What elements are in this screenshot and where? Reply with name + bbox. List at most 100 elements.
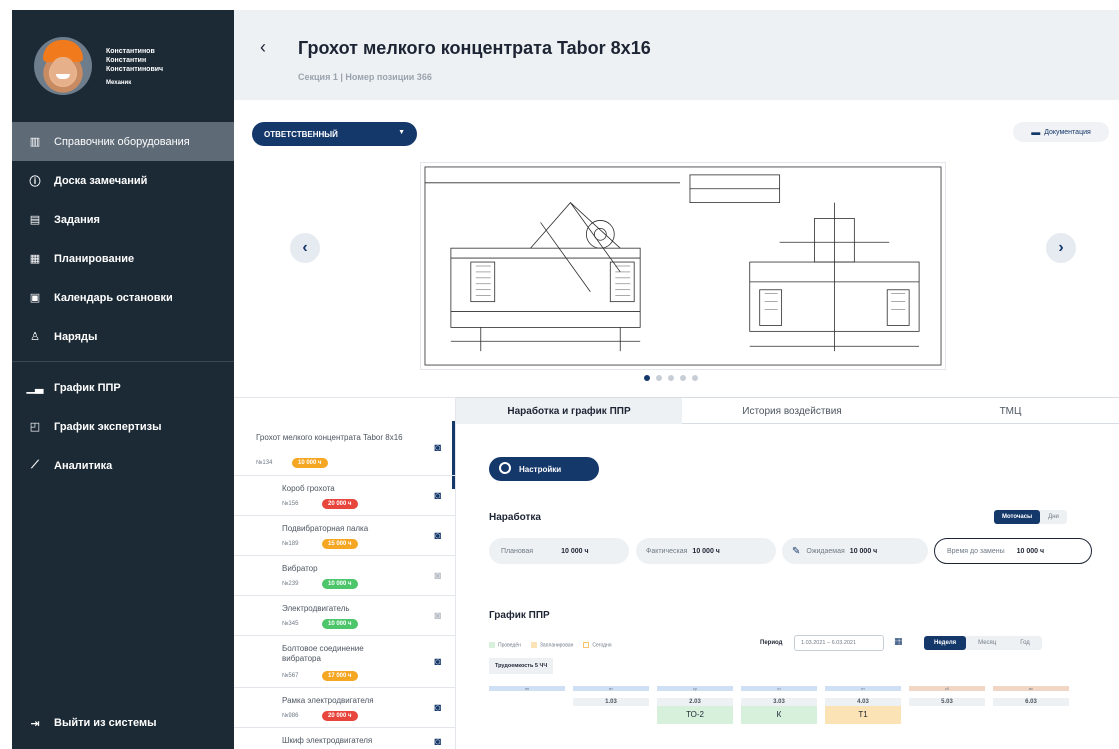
sidebar-item-analytics[interactable]: ⟋ Аналитика (12, 446, 234, 485)
gear-icon (499, 462, 511, 474)
expected-hours[interactable]: ✎ Ожидаемая 10 000 ч (782, 538, 928, 564)
pagination-dot[interactable] (668, 375, 674, 381)
legend-swatch (489, 642, 495, 648)
component-name: Болтовое соединение вибратора (282, 644, 364, 663)
camera-icon[interactable]: ◙ (434, 702, 441, 714)
sidebar-item-label: Календарь остановки (54, 291, 173, 304)
camera-icon[interactable]: ◙ (434, 442, 441, 454)
schedule-event[interactable]: Т1 (825, 706, 901, 724)
planned-value: 10 000 ч (561, 547, 589, 555)
tab-operating-ppr[interactable]: Наработка и график ППР (456, 398, 682, 424)
sidebar-item-tasks[interactable]: ▤ Задания (12, 200, 234, 239)
period-input[interactable]: 1.03.2021 – 6.03.2021 (794, 635, 884, 651)
day-date: 6.03 (993, 698, 1069, 706)
chevron-right-icon: › (1058, 239, 1064, 256)
schedule-event[interactable]: К (741, 706, 817, 724)
camera-icon[interactable]: ◙ (434, 530, 441, 542)
list-item[interactable]: Грохот мелкого концентрата Tabor 8х16 №1… (234, 398, 455, 476)
day-header: сб (909, 686, 985, 691)
toggle-year[interactable]: Год (1008, 636, 1042, 650)
toggle-week[interactable]: Неделя (924, 636, 967, 650)
hours-badge: 10 000 ч (292, 458, 328, 468)
folder-icon: ▬ (1031, 127, 1041, 137)
day-header: ср (657, 686, 733, 691)
settings-button[interactable]: Настройки (489, 457, 599, 481)
sidebar-item-work-orders[interactable]: ♙ Наряды (12, 317, 234, 356)
pagination-dot[interactable] (680, 375, 686, 381)
sidebar-item-catalog[interactable]: ▥ Справочник оборудования (12, 122, 234, 161)
actual-hours: Фактическая 10 000 ч (636, 538, 776, 564)
logout-button[interactable]: ⇥ Выйти из системы (12, 711, 156, 735)
edit-icon[interactable]: ✎ (792, 546, 800, 557)
legend-label: Сегодня (592, 642, 612, 649)
sidebar-item-label: Аналитика (54, 459, 113, 472)
component-name: Рамка электродвигателя (282, 696, 374, 705)
pagination-dot[interactable] (692, 375, 698, 381)
legend-item: Сегодня (583, 642, 612, 649)
expected-label: Ожидаемая (806, 547, 845, 555)
hours-badge: 15 000 ч (322, 539, 358, 549)
planned-label: Плановая (501, 547, 534, 555)
pagination-dot[interactable] (644, 375, 650, 381)
camera-icon[interactable]: ◙ (434, 656, 441, 668)
component-name: Подвибраторная палка (282, 524, 369, 533)
list-item[interactable]: Шкиф электродвигателя ◙ (234, 728, 455, 749)
hours-badge: 20 000 ч (322, 499, 358, 509)
day-header: чт (741, 686, 817, 691)
page-subtitle: Секция 1 | Номер позиции 366 (298, 72, 432, 82)
expected-value: 10 000 ч (849, 547, 878, 555)
day-header: пн (489, 686, 565, 691)
sidebar-item-ppr-schedule[interactable]: ▁▃ График ППР (12, 368, 234, 407)
list-item[interactable]: Короб грохота №156 20 000 ч ◙ (234, 476, 455, 516)
tab-impact-history[interactable]: История воздействия (682, 398, 902, 424)
gallery-prev-button[interactable]: ‹ (290, 233, 320, 263)
responsible-label: ОТВЕТСТВЕННЫЙ (264, 129, 338, 139)
sidebar-item-label: Справочник оборудования (54, 135, 190, 148)
legend-swatch (583, 642, 590, 648)
list-item[interactable]: Рамка электродвигателя №986 20 000 ч ◙ (234, 688, 455, 728)
list-item[interactable]: Подвибраторная палка №189 15 000 ч ◙ (234, 516, 455, 556)
calendar-icon[interactable]: ▦ (894, 636, 903, 647)
planned-hours: Плановая 10 000 ч (489, 538, 629, 564)
user-role: Механик (106, 79, 132, 86)
component-name: Вибратор (282, 564, 318, 573)
toggle-engine-hours[interactable]: Моточасы (994, 510, 1041, 524)
sidebar-item-expertise-schedule[interactable]: ◰ График экспертизы (12, 407, 234, 446)
tab-inventory[interactable]: ТМЦ (902, 398, 1119, 424)
back-button[interactable]: ‹ (260, 37, 266, 58)
alert-circle-icon: ⓘ (29, 175, 41, 188)
planning-grid-icon: ▦ (29, 253, 41, 265)
list-item[interactable]: Болтовое соединение вибратора №567 17 00… (234, 636, 455, 688)
user-profile[interactable]: Константинов Константин Константинович М… (12, 10, 234, 122)
range-toggle: Неделя Месяц Год (924, 636, 1042, 650)
unit-toggle: Моточасы Дни (994, 510, 1067, 524)
schedule-event[interactable]: ТО-2 (657, 706, 733, 724)
day-date: 4.03 (825, 698, 901, 706)
chevron-down-icon: ▼ (398, 129, 405, 136)
sidebar-item-remarks[interactable]: ⓘ Доска замечаний (12, 161, 234, 200)
actual-label: Фактическая (646, 547, 688, 555)
camera-icon[interactable]: ◙ (434, 490, 441, 502)
responsible-dropdown[interactable]: ОТВЕТСТВЕННЫЙ ▼ (252, 122, 417, 146)
face-shape (51, 57, 75, 85)
list-item[interactable]: Электродвигатель №345 10 000 ч ◙ (234, 596, 455, 636)
toggle-days[interactable]: Дни (1040, 510, 1067, 524)
operating-panel: Настройки Наработка Моточасы Дни Планова… (456, 424, 1119, 749)
nav-divider (12, 361, 234, 362)
sidebar-item-planning[interactable]: ▦ Планирование (12, 239, 234, 278)
toggle-month[interactable]: Месяц (966, 636, 1008, 650)
camera-icon[interactable]: ◙ (434, 570, 441, 582)
effort-label: Трудоемкость 5 ЧЧ (489, 658, 554, 674)
documentation-button[interactable]: ▬ Документация (1013, 122, 1109, 142)
hours-badge: 17 000 ч (322, 671, 358, 681)
gallery-pagination (644, 375, 698, 381)
pagination-dot[interactable] (656, 375, 662, 381)
sidebar-item-shutdown-calendar[interactable]: ▣ Календарь остановки (12, 278, 234, 317)
camera-icon[interactable]: ◙ (434, 610, 441, 622)
component-number: №986 (282, 713, 299, 719)
legend-label: Запланирован (539, 642, 574, 649)
gallery-next-button[interactable]: › (1046, 233, 1076, 263)
list-item[interactable]: Вибратор №239 10 000 ч ◙ (234, 556, 455, 596)
camera-icon[interactable]: ◙ (434, 736, 441, 748)
detail-tabs: Наработка и график ППР История воздейств… (456, 397, 1119, 424)
